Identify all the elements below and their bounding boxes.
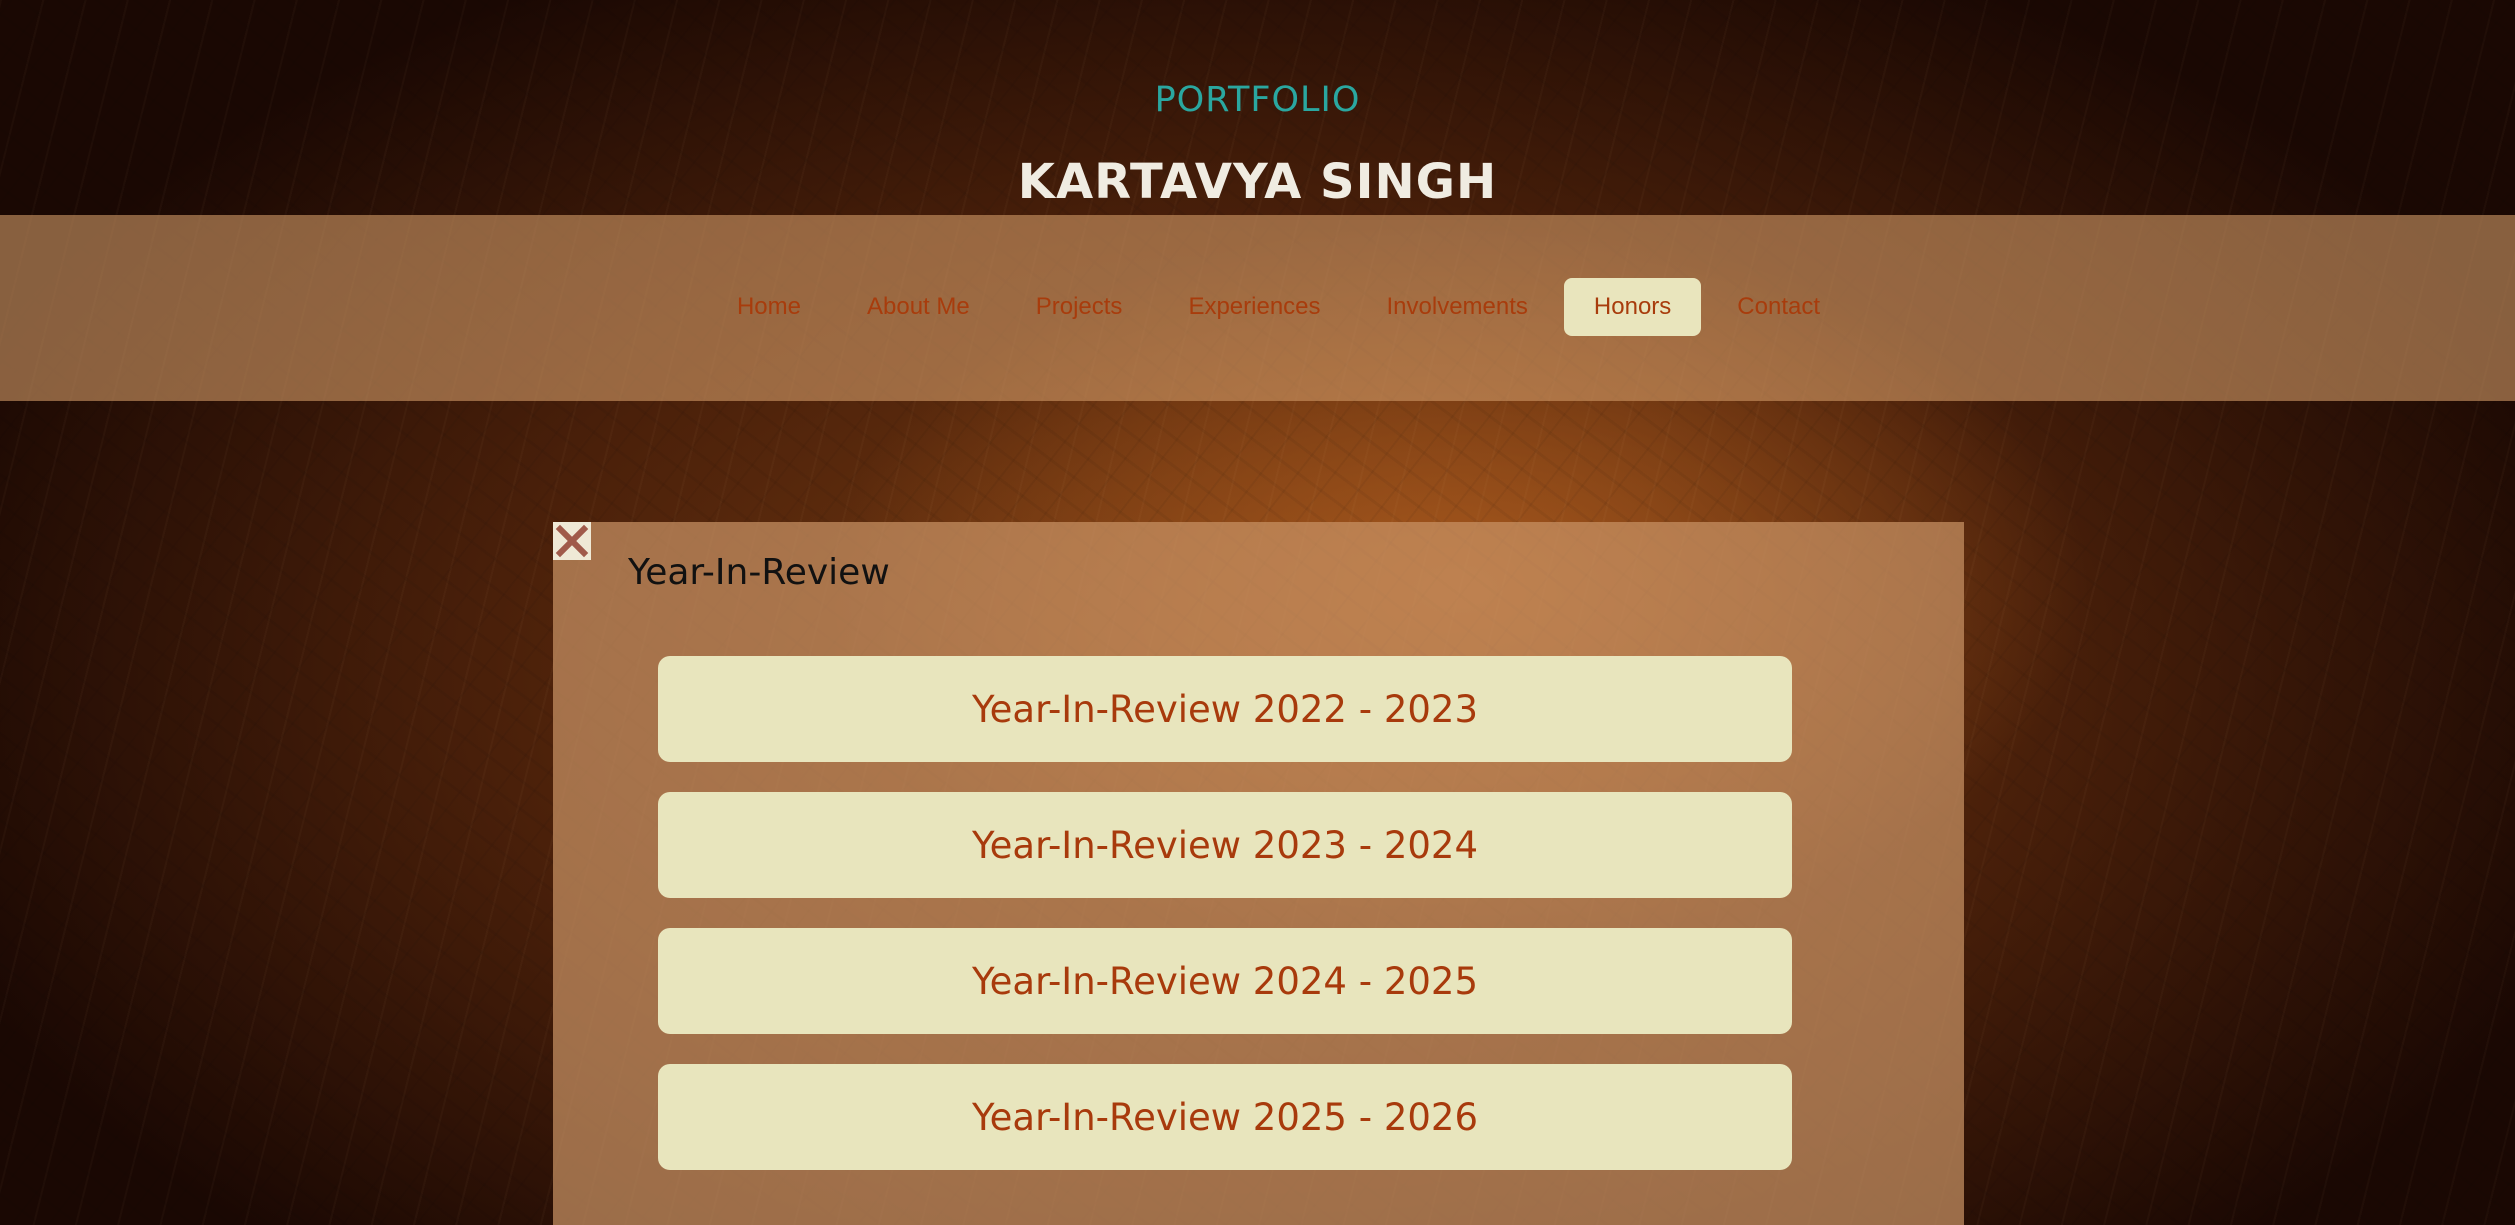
close-button[interactable] [553, 522, 591, 560]
review-button-2025-2026[interactable]: Year-In-Review 2025 - 2026 [658, 1064, 1792, 1170]
review-list: Year-In-Review 2022 - 2023 Year-In-Revie… [658, 656, 1792, 1200]
review-button-2023-2024[interactable]: Year-In-Review 2023 - 2024 [658, 792, 1792, 898]
panel-title: Year-In-Review [628, 552, 890, 593]
nav-item-involvements[interactable]: Involvements [1357, 278, 1558, 336]
site-header: PORTFOLIO KARTAVYA SINGH [0, 0, 2515, 215]
main-navbar: Home About Me Projects Experiences Invol… [0, 215, 2515, 401]
review-button-2024-2025[interactable]: Year-In-Review 2024 - 2025 [658, 928, 1792, 1034]
close-x-icon [555, 524, 589, 558]
portfolio-eyebrow: PORTFOLIO [1154, 80, 1361, 120]
nav-item-experiences[interactable]: Experiences [1158, 278, 1350, 336]
review-button-2022-2023[interactable]: Year-In-Review 2022 - 2023 [658, 656, 1792, 762]
nav-item-honors[interactable]: Honors [1563, 278, 1702, 336]
year-in-review-panel: Year-In-Review Year-In-Review 2022 - 202… [553, 522, 1964, 1225]
nav-item-about-me[interactable]: About Me [837, 278, 1000, 336]
nav-item-home[interactable]: Home [707, 278, 831, 336]
site-owner-name: KARTAVYA SINGH [1017, 154, 1498, 210]
nav-list: Home About Me Projects Experiences Invol… [0, 278, 2515, 336]
nav-item-projects[interactable]: Projects [1006, 278, 1153, 336]
nav-item-contact[interactable]: Contact [1707, 278, 1850, 336]
